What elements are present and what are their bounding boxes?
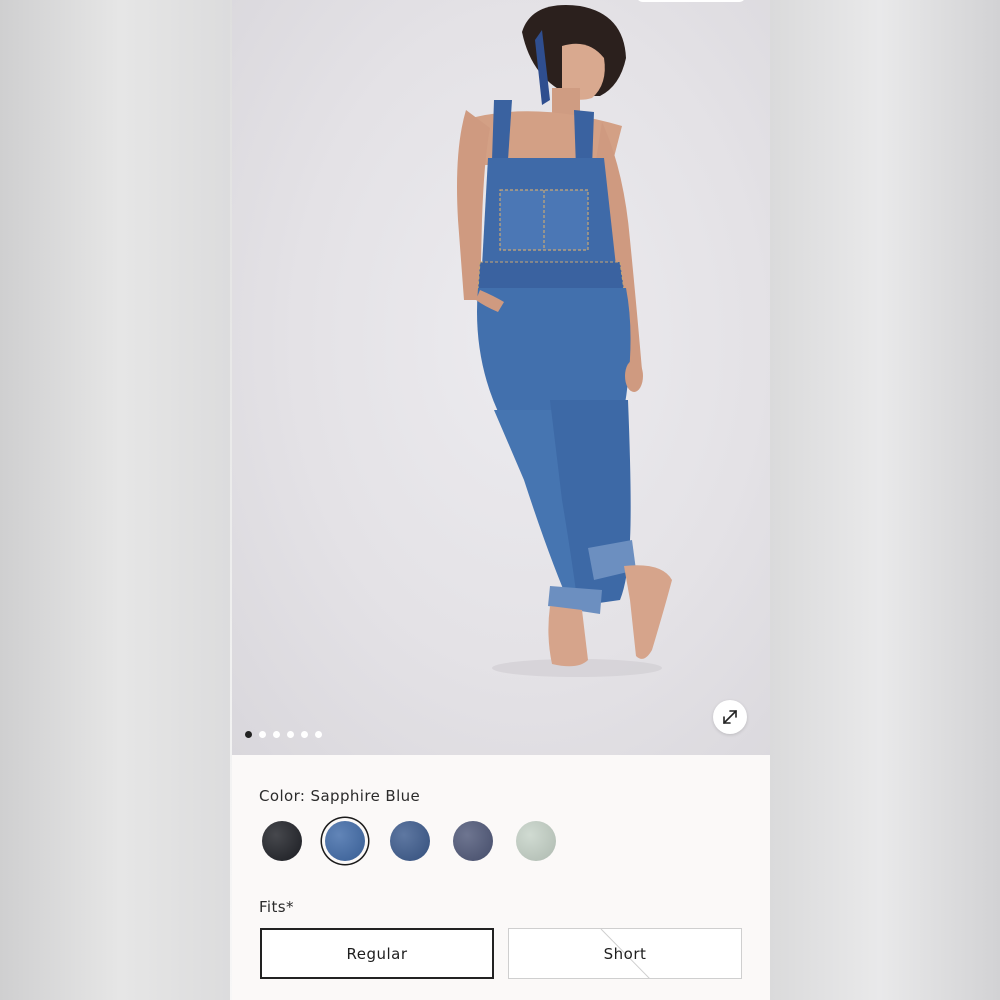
swatch-sapphire-blue[interactable] — [325, 821, 365, 861]
gallery-dot[interactable] — [259, 731, 266, 738]
gallery-dot[interactable] — [315, 731, 322, 738]
swatch-slate-blue[interactable] — [453, 821, 493, 861]
product-page: Color: Sapphire Blue Fits* Regular Short — [232, 0, 770, 1000]
fits-label: Fits* — [259, 898, 294, 916]
gallery-dot[interactable] — [245, 731, 252, 738]
swatch-medium-blue[interactable] — [390, 821, 430, 861]
swatch-sage[interactable] — [516, 821, 556, 861]
product-image-gallery[interactable] — [232, 0, 770, 755]
gallery-pagination[interactable] — [245, 731, 322, 738]
fit-short-label: Short — [603, 944, 647, 963]
gallery-dot[interactable] — [273, 731, 280, 738]
expand-image-button[interactable] — [713, 700, 747, 734]
fit-regular-button[interactable]: Regular — [260, 928, 494, 979]
expand-arrows-icon — [723, 710, 737, 724]
gallery-dot[interactable] — [287, 731, 294, 738]
swatch-black[interactable] — [262, 821, 302, 861]
gallery-dot[interactable] — [301, 731, 308, 738]
color-label: Color: Sapphire Blue — [259, 787, 421, 805]
product-photo — [457, 5, 672, 677]
fit-short-button[interactable]: Short — [508, 928, 742, 979]
fit-regular-label: Regular — [346, 944, 408, 963]
